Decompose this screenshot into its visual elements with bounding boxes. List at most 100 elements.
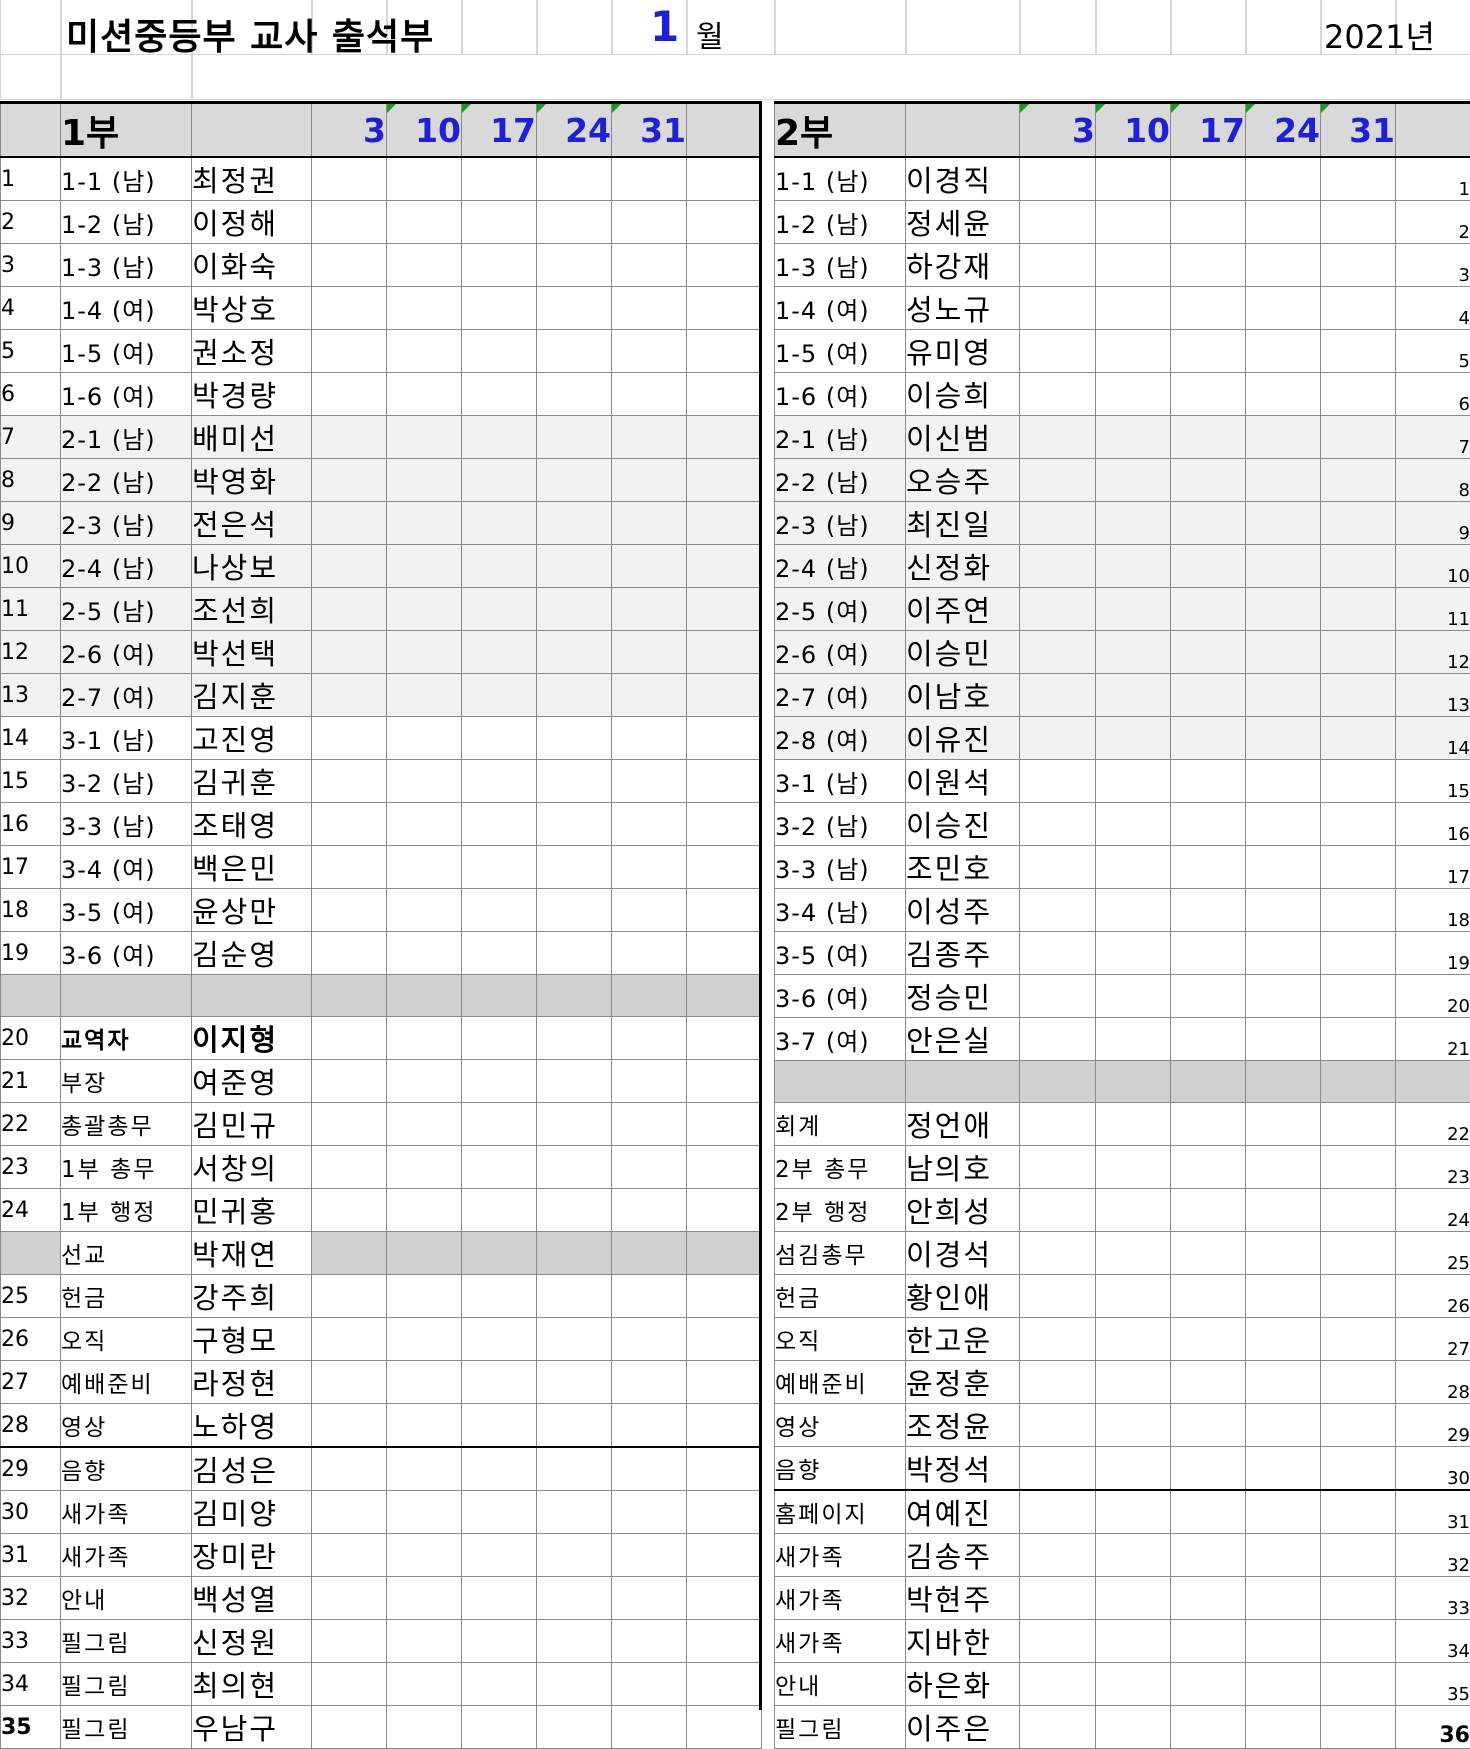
attendance-cell[interactable] (1171, 1663, 1246, 1706)
attendance-cell[interactable] (612, 1103, 687, 1146)
attendance-cell[interactable] (1096, 1232, 1171, 1275)
attendance-cell[interactable] (537, 1491, 612, 1534)
attendance-cell[interactable] (537, 1103, 612, 1146)
attendance-cell[interactable] (1321, 287, 1396, 330)
attendance-cell[interactable] (387, 416, 462, 459)
attendance-cell[interactable] (312, 631, 387, 674)
extra-cell[interactable] (687, 1232, 762, 1275)
attendance-cell[interactable] (462, 1103, 537, 1146)
extra-cell[interactable] (687, 157, 762, 201)
attendance-cell[interactable] (387, 588, 462, 631)
attendance-cell[interactable] (1020, 1663, 1096, 1706)
attendance-cell[interactable] (1096, 1146, 1171, 1189)
attendance-cell[interactable] (612, 631, 687, 674)
attendance-cell[interactable] (1246, 1534, 1321, 1577)
attendance-cell[interactable] (1171, 244, 1246, 287)
attendance-cell[interactable] (1171, 1490, 1246, 1534)
attendance-cell[interactable] (387, 157, 462, 201)
attendance-cell[interactable] (1171, 631, 1246, 674)
attendance-cell[interactable] (1020, 803, 1096, 846)
attendance-cell[interactable] (612, 373, 687, 416)
attendance-cell[interactable] (462, 201, 537, 244)
attendance-cell[interactable] (462, 631, 537, 674)
attendance-cell[interactable] (1020, 201, 1096, 244)
attendance-cell[interactable] (1096, 889, 1171, 932)
attendance-cell[interactable] (462, 545, 537, 588)
attendance-cell[interactable] (312, 1534, 387, 1577)
attendance-cell[interactable] (1321, 1620, 1396, 1663)
attendance-cell[interactable] (537, 1275, 612, 1318)
attendance-cell[interactable] (462, 459, 537, 502)
attendance-cell[interactable] (612, 1663, 687, 1706)
extra-cell[interactable] (687, 1577, 762, 1620)
attendance-cell[interactable] (387, 889, 462, 932)
attendance-cell[interactable] (1096, 760, 1171, 803)
attendance-cell[interactable] (462, 1620, 537, 1663)
extra-cell[interactable] (687, 373, 762, 416)
attendance-cell[interactable] (1171, 889, 1246, 932)
extra-cell[interactable] (687, 330, 762, 373)
attendance-cell[interactable] (1096, 459, 1171, 502)
attendance-cell[interactable] (312, 1060, 387, 1103)
attendance-cell[interactable] (612, 1706, 687, 1749)
attendance-cell[interactable] (312, 1275, 387, 1318)
attendance-cell[interactable] (387, 201, 462, 244)
attendance-cell[interactable] (462, 502, 537, 545)
attendance-cell[interactable] (1171, 1103, 1246, 1146)
attendance-cell[interactable] (387, 1318, 462, 1361)
attendance-cell[interactable] (612, 502, 687, 545)
attendance-cell[interactable] (1020, 373, 1096, 416)
attendance-cell[interactable] (312, 889, 387, 932)
attendance-cell[interactable] (462, 674, 537, 717)
attendance-cell[interactable] (1020, 975, 1096, 1018)
attendance-cell[interactable] (1321, 330, 1396, 373)
attendance-cell[interactable] (1171, 459, 1246, 502)
attendance-cell[interactable] (1096, 1620, 1171, 1663)
attendance-cell[interactable] (312, 1620, 387, 1663)
attendance-cell[interactable] (612, 588, 687, 631)
attendance-cell[interactable] (462, 1361, 537, 1404)
attendance-cell[interactable] (1171, 1534, 1246, 1577)
attendance-cell[interactable] (537, 502, 612, 545)
attendance-cell[interactable] (1171, 674, 1246, 717)
attendance-cell[interactable] (462, 1275, 537, 1318)
attendance-cell[interactable] (1096, 157, 1171, 201)
attendance-cell[interactable] (537, 975, 612, 1017)
attendance-cell[interactable] (312, 717, 387, 760)
attendance-cell[interactable] (387, 1232, 462, 1275)
extra-cell[interactable] (687, 545, 762, 588)
extra-cell[interactable] (687, 244, 762, 287)
attendance-cell[interactable] (1246, 1061, 1321, 1103)
attendance-cell[interactable] (312, 760, 387, 803)
attendance-cell[interactable] (1321, 674, 1396, 717)
attendance-cell[interactable] (1321, 760, 1396, 803)
attendance-cell[interactable] (1171, 1275, 1246, 1318)
attendance-cell[interactable] (1321, 244, 1396, 287)
attendance-cell[interactable] (462, 1447, 537, 1491)
attendance-cell[interactable] (1246, 975, 1321, 1018)
attendance-cell[interactable] (1171, 287, 1246, 330)
attendance-cell[interactable] (462, 157, 537, 201)
attendance-cell[interactable] (387, 1534, 462, 1577)
attendance-cell[interactable] (1321, 157, 1396, 201)
attendance-cell[interactable] (1246, 1447, 1321, 1491)
attendance-cell[interactable] (1096, 1447, 1171, 1491)
attendance-cell[interactable] (537, 803, 612, 846)
attendance-cell[interactable] (1096, 416, 1171, 459)
attendance-cell[interactable] (312, 1017, 387, 1060)
attendance-cell[interactable] (1246, 1663, 1321, 1706)
attendance-cell[interactable] (1020, 244, 1096, 287)
attendance-cell[interactable] (312, 1663, 387, 1706)
attendance-cell[interactable] (612, 975, 687, 1017)
attendance-cell[interactable] (312, 1491, 387, 1534)
attendance-cell[interactable] (612, 545, 687, 588)
attendance-cell[interactable] (462, 416, 537, 459)
attendance-cell[interactable] (537, 1232, 612, 1275)
attendance-cell[interactable] (537, 1060, 612, 1103)
attendance-cell[interactable] (612, 157, 687, 201)
attendance-cell[interactable] (537, 1318, 612, 1361)
attendance-cell[interactable] (1321, 201, 1396, 244)
attendance-cell[interactable] (387, 674, 462, 717)
attendance-cell[interactable] (537, 244, 612, 287)
attendance-cell[interactable] (1246, 1146, 1321, 1189)
